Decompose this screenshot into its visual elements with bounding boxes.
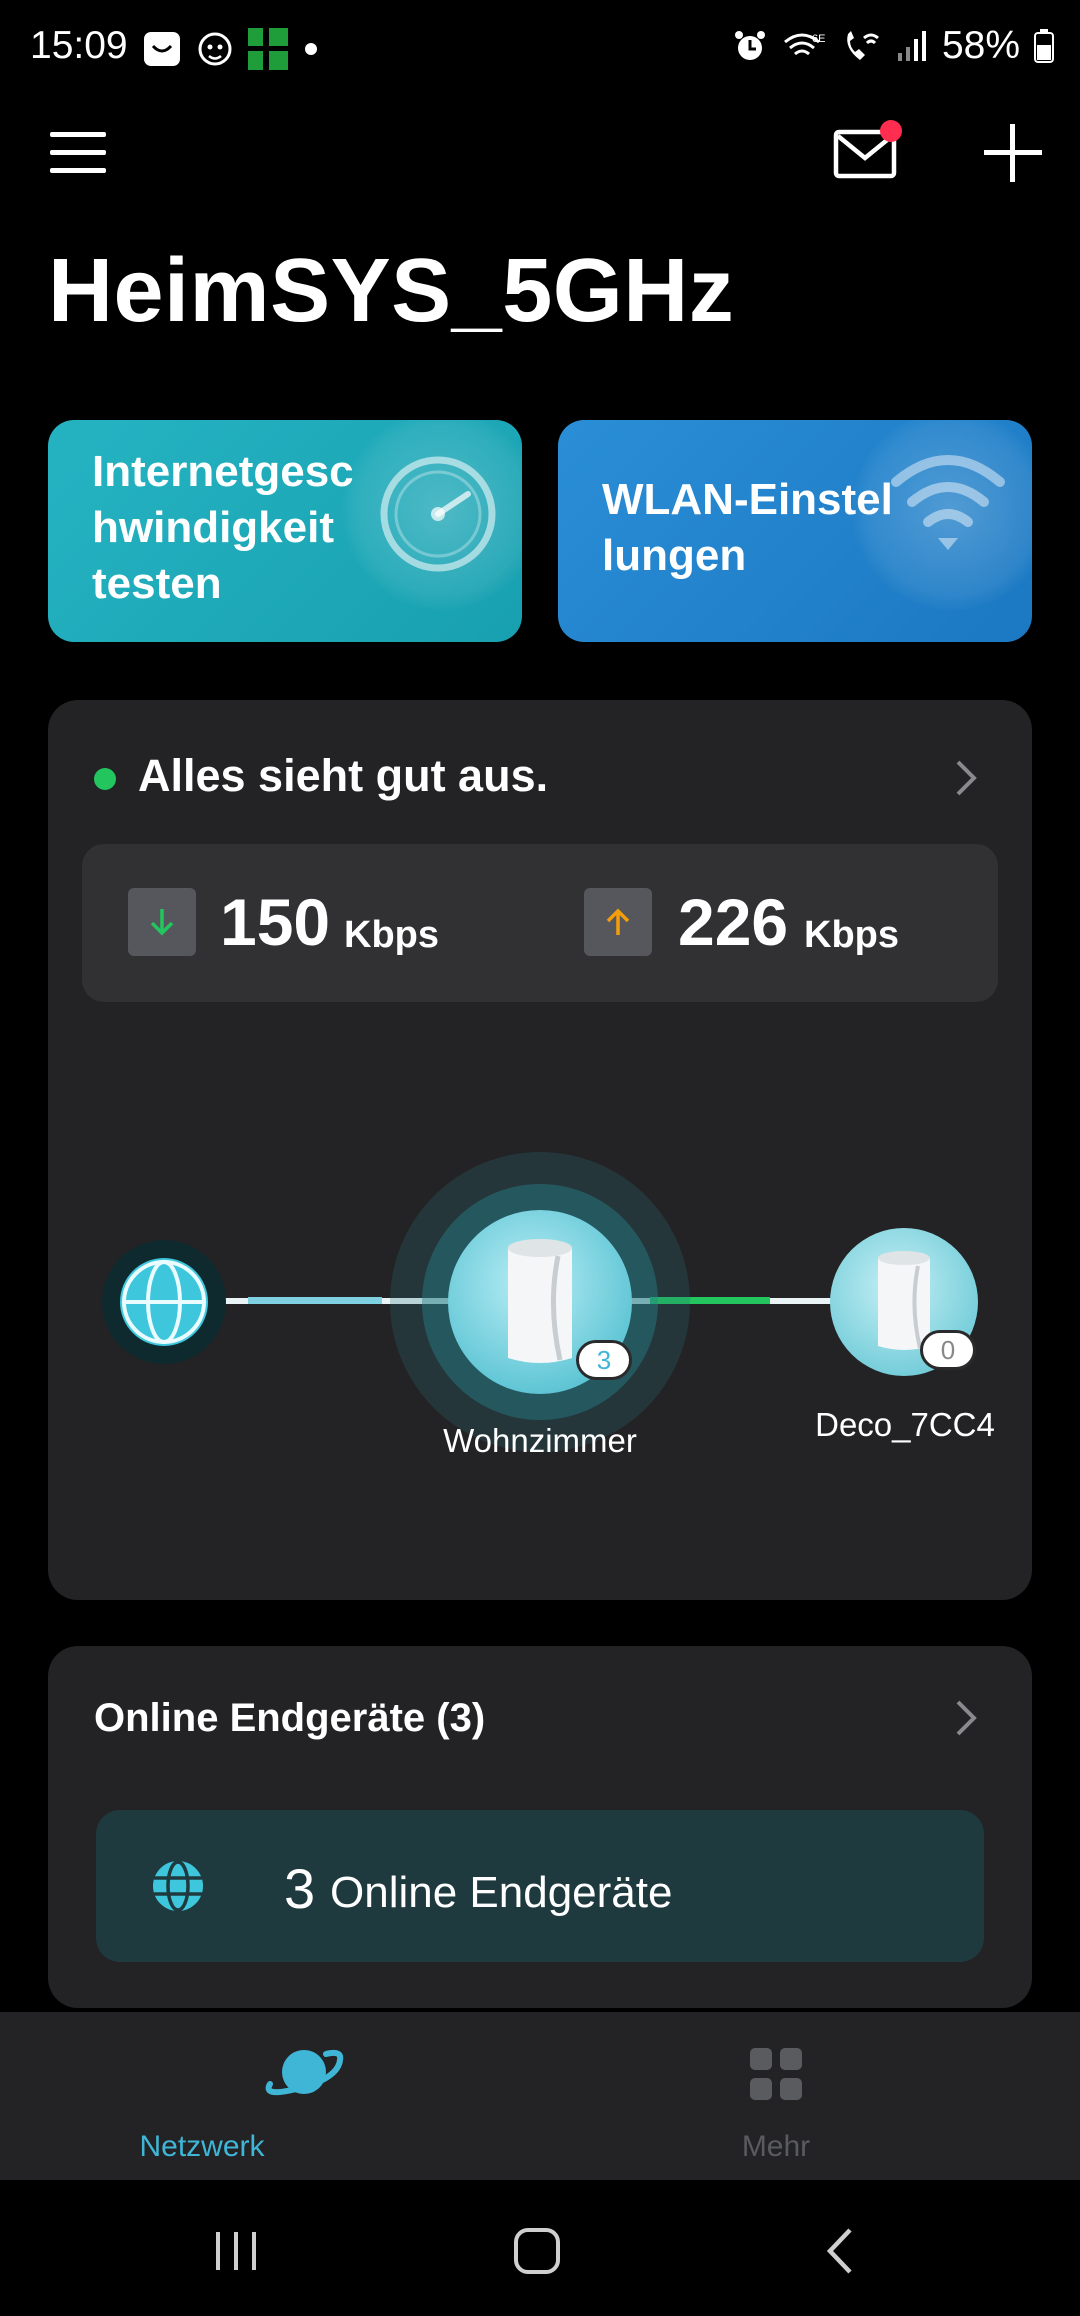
download-unit: Kbps bbox=[344, 914, 439, 956]
wifi-call-icon bbox=[847, 31, 879, 60]
wlan-settings-label-text: WLAN-Einstel lungen bbox=[602, 475, 893, 580]
screen: 15:09 6E 58% HeimSYS_5GHz Internetgesc h… bbox=[0, 0, 1080, 2316]
upload-unit: Kbps bbox=[804, 914, 899, 956]
status-ok-indicator bbox=[94, 768, 116, 790]
add-button[interactable] bbox=[980, 120, 1046, 186]
signal-icon bbox=[897, 31, 926, 61]
internet-node[interactable] bbox=[102, 1240, 226, 1364]
globe-icon bbox=[120, 1258, 208, 1346]
green-app-icon bbox=[248, 28, 288, 70]
wlan-settings-tile[interactable]: WLAN-Einstel lungen bbox=[558, 420, 1032, 642]
upload-indicator bbox=[584, 888, 652, 956]
main-node-client-count: 3 bbox=[576, 1340, 632, 1380]
download-indicator bbox=[128, 888, 196, 956]
lion-app-icon bbox=[198, 32, 232, 66]
messages-button[interactable] bbox=[832, 120, 902, 184]
chevron-right-icon[interactable] bbox=[946, 1698, 986, 1738]
network-name-title: HeimSYS_5GHz bbox=[48, 241, 735, 341]
status-message: Alles sieht gut aus. bbox=[138, 750, 549, 801]
arrow-down-icon bbox=[150, 909, 174, 936]
svg-text:6E: 6E bbox=[812, 33, 825, 45]
system-status-icons: 6E 58% bbox=[732, 24, 1054, 68]
tab-more-label: Mehr bbox=[741, 2130, 811, 2163]
plus-icon bbox=[984, 124, 1042, 182]
notification-icons bbox=[142, 28, 318, 70]
alarm-icon bbox=[734, 31, 765, 60]
status-bar: 15:09 6E 58% bbox=[0, 0, 1080, 96]
download-value: 150 bbox=[220, 885, 331, 959]
status-time: 15:09 bbox=[30, 24, 128, 67]
internet-link-activity bbox=[248, 1297, 382, 1304]
wifi-6e-icon: 6E bbox=[783, 33, 825, 56]
wifi-badge bbox=[852, 420, 1032, 610]
online-devices-label: Online Endgeräte bbox=[330, 1868, 673, 1917]
back-icon[interactable] bbox=[806, 2216, 876, 2286]
online-devices-title: Online Endgeräte (3) bbox=[94, 1696, 486, 1740]
home-icon[interactable] bbox=[502, 2216, 572, 2286]
online-devices-card[interactable]: Online Endgeräte (3) 3 Online Endgeräte bbox=[48, 1646, 1032, 2008]
satellite-client-count: 0 bbox=[920, 1330, 976, 1370]
speedometer-badge bbox=[342, 420, 522, 610]
tab-network[interactable]: Netzwerk bbox=[32, 2012, 572, 2180]
satellite-label: Deco_7CC4 bbox=[815, 1406, 995, 1443]
speed-test-tile[interactable]: Internetgesc hwindigkeit testen bbox=[48, 420, 522, 642]
recent-apps-icon[interactable] bbox=[202, 2216, 272, 2286]
online-devices-summary[interactable]: 3 Online Endgeräte bbox=[96, 1810, 984, 1962]
main-node-label: Wohnzimmer bbox=[443, 1422, 637, 1459]
speed-box: 150 Kbps 226 Kbps bbox=[82, 844, 998, 1002]
network-status-card[interactable]: Alles sieht gut aus. 150 Kbps 226 Kbps 3… bbox=[48, 700, 1032, 1600]
wifi-icon bbox=[891, 455, 1005, 550]
chevron-right-icon[interactable] bbox=[946, 758, 986, 798]
menu-button[interactable] bbox=[48, 128, 112, 178]
speed-test-label-text: Internetgesc hwindigkeit testen bbox=[92, 447, 354, 608]
upload-value: 226 bbox=[678, 885, 789, 959]
battery-percent: 58% bbox=[941, 24, 1020, 67]
planet-icon bbox=[265, 2049, 344, 2096]
arrow-up-icon bbox=[606, 908, 630, 935]
battery-icon bbox=[1034, 29, 1054, 63]
system-navigation-bar bbox=[0, 2180, 1080, 2316]
tab-network-label: Netzwerk bbox=[139, 2130, 265, 2163]
grid-icon bbox=[750, 2048, 802, 2100]
notification-bag-icon bbox=[144, 32, 180, 66]
bottom-navigation: Netzwerk Mehr bbox=[0, 2012, 1080, 2180]
unread-indicator bbox=[880, 120, 902, 142]
hamburger-menu-icon bbox=[50, 132, 106, 173]
dot-icon bbox=[305, 43, 317, 55]
online-devices-count: 3 bbox=[284, 1857, 316, 1920]
globe-icon bbox=[153, 1860, 203, 1912]
speedometer-icon bbox=[380, 456, 496, 572]
tab-more[interactable]: Mehr bbox=[540, 2012, 1080, 2180]
